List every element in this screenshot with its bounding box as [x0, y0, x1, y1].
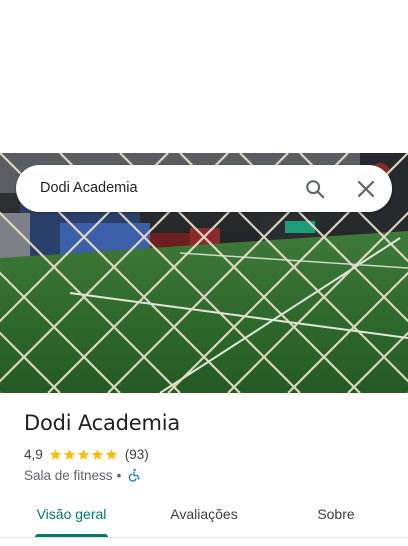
close-icon[interactable]	[353, 176, 379, 202]
search-bar[interactable]: Dodi Academia	[16, 165, 392, 212]
search-input[interactable]: Dodi Academia	[40, 165, 138, 212]
star-icon	[63, 448, 75, 460]
place-category[interactable]: Sala de fitness	[24, 468, 113, 483]
tabs-divider	[0, 537, 408, 538]
star-icon	[105, 448, 117, 460]
rating-row[interactable]: 4,9 (93)	[24, 445, 149, 463]
tab-overview[interactable]: Visão geral	[35, 494, 108, 534]
review-count[interactable]: (93)	[125, 447, 149, 462]
tab-reviews[interactable]: Avaliações	[162, 494, 246, 534]
category-row: Sala de fitness •	[24, 466, 141, 484]
wheelchair-icon	[128, 468, 140, 482]
search-icon[interactable]	[302, 176, 328, 202]
star-icon	[91, 448, 103, 460]
rating-value: 4,9	[24, 446, 43, 462]
tab-about[interactable]: Sobre	[308, 494, 364, 534]
tab-bar: Visão geral Avaliações Sobre	[0, 494, 408, 538]
separator-dot: •	[116, 467, 122, 483]
star-rating	[49, 448, 119, 461]
place-title: Dodi Academia	[24, 411, 181, 435]
star-icon	[77, 448, 89, 460]
star-icon	[49, 448, 61, 460]
